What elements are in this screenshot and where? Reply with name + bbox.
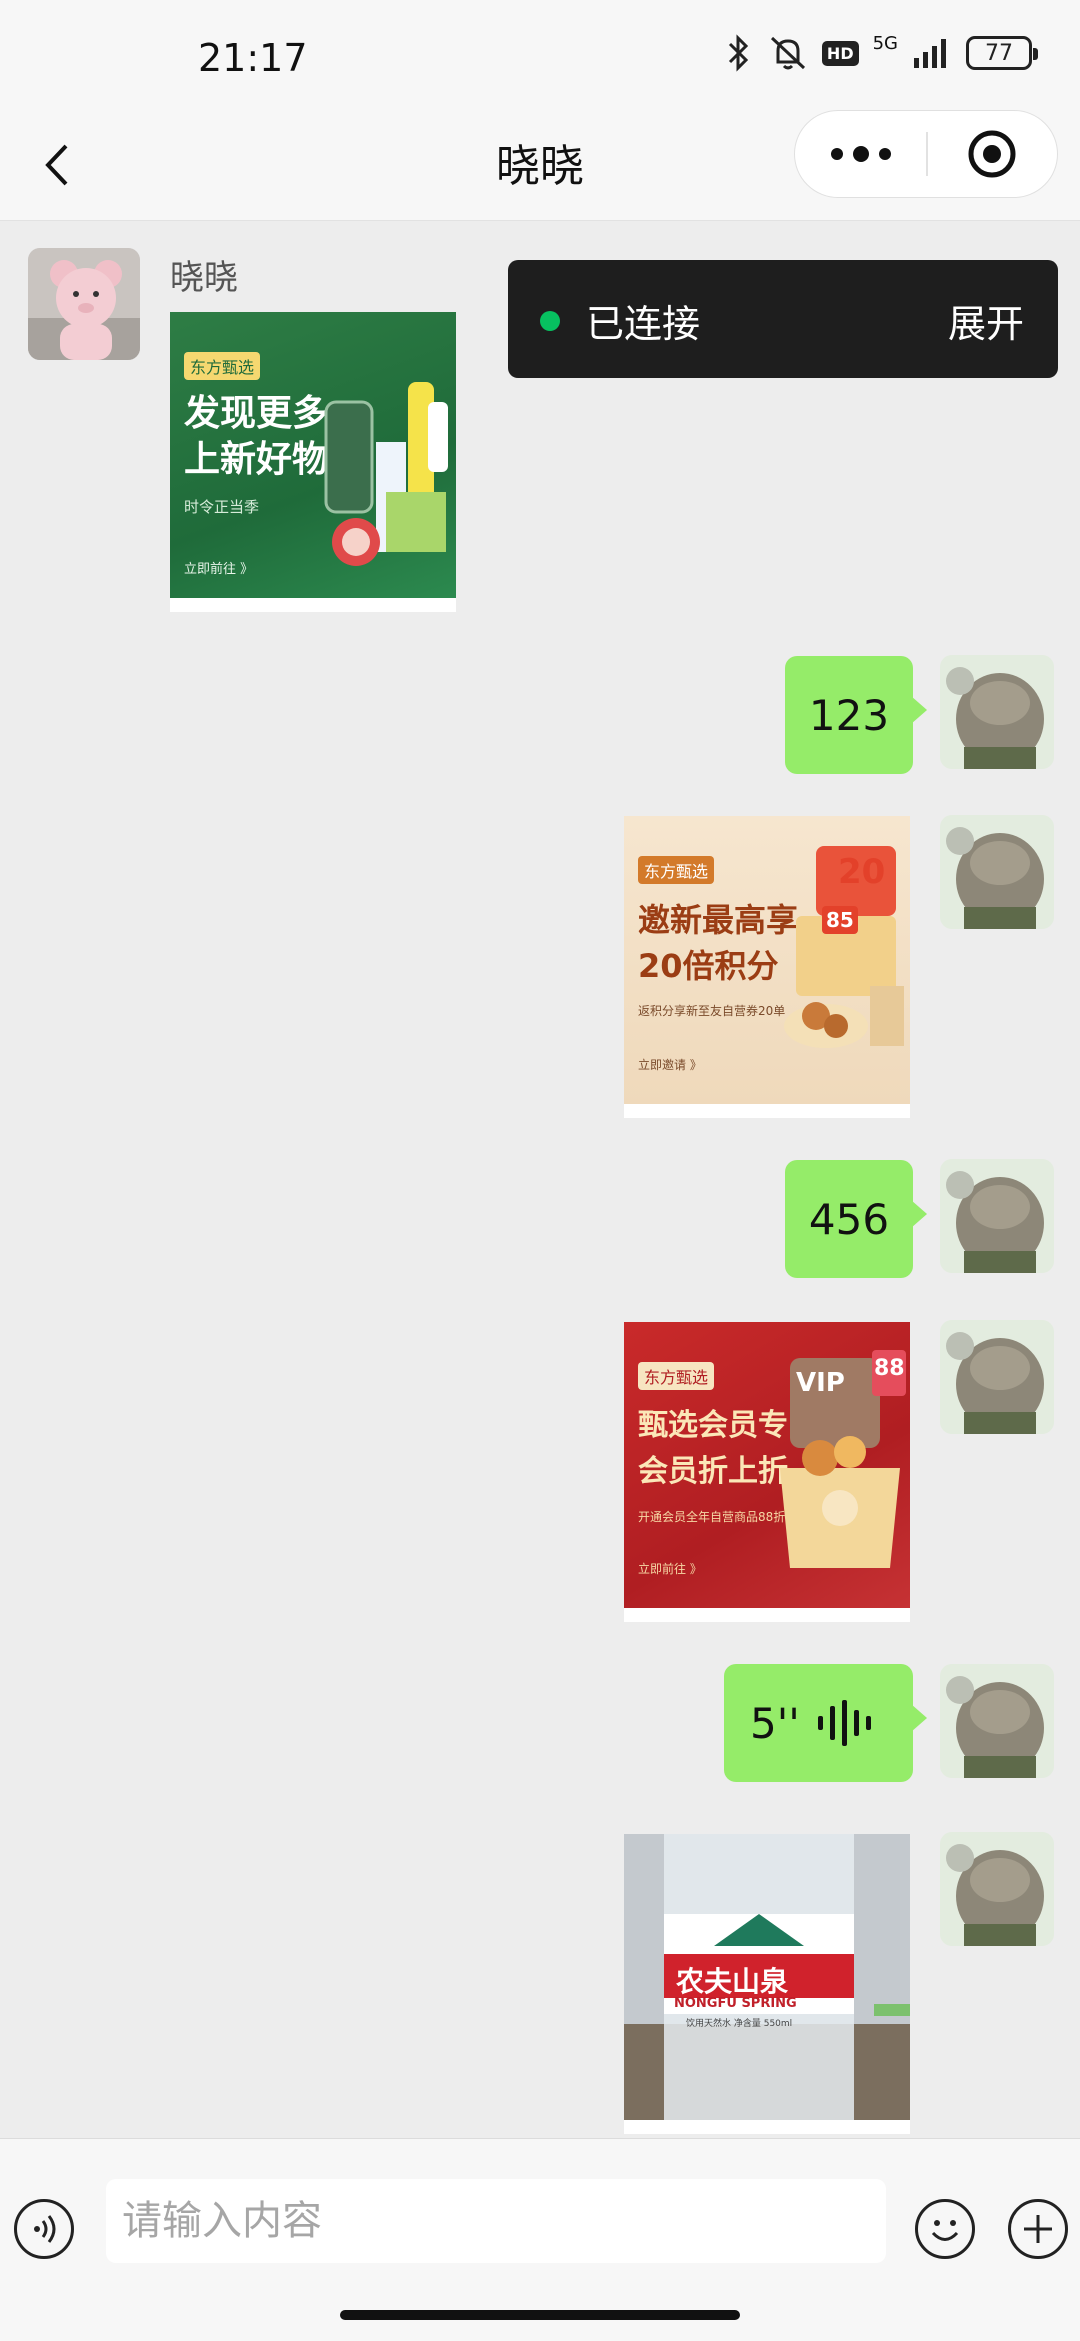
vip-label: VIP xyxy=(796,1368,845,1398)
voice-duration: 5'' xyxy=(750,1698,800,1748)
bottle-small-text: 饮用天然水 净含量 550ml xyxy=(686,2019,793,2029)
voice-message[interactable]: 5'' xyxy=(724,1664,927,1782)
avatar[interactable] xyxy=(940,1159,1054,1273)
target-icon[interactable] xyxy=(928,110,1057,198)
message-text: 123 xyxy=(808,690,890,740)
card-title-line2: 20倍积分 xyxy=(638,947,779,985)
plus-icon[interactable] xyxy=(1008,2199,1068,2259)
home-indicator[interactable] xyxy=(340,2310,740,2320)
card-tag: 东方甄选 xyxy=(184,352,261,380)
avatar[interactable] xyxy=(940,1664,1054,1778)
connection-banner: 已连接 展开 xyxy=(508,260,1058,378)
mini-program-capsule xyxy=(794,110,1058,198)
status-bar: 21:17 HD 5G 77 xyxy=(0,0,1080,110)
brand-en: NONGFU SPRING xyxy=(674,1996,797,2011)
hd-badge: HD xyxy=(821,40,859,66)
card-title-line1: 邀新最高享 xyxy=(638,901,799,939)
status-time: 21:17 xyxy=(198,36,308,80)
card-badge: 20 xyxy=(838,852,886,892)
status-icons: HD 5G 77 xyxy=(724,32,1038,72)
nav-bar: 晓晓 xyxy=(0,110,1080,221)
image-message[interactable]: 农夫山泉 NONGFU SPRING 饮用天然水 净含量 550ml xyxy=(624,1834,910,2134)
card-tag: 东方甄选 xyxy=(638,1362,715,1390)
avatar[interactable] xyxy=(28,248,140,360)
card-tag: 东方甄选 xyxy=(638,856,715,884)
avatar[interactable] xyxy=(940,1320,1054,1434)
image-message[interactable]: 东方甄选 发现更多 上新好物 时令正当季 立即前往 》 xyxy=(170,312,456,612)
network-label: 5G xyxy=(872,32,898,54)
text-message[interactable]: 123 xyxy=(785,656,927,774)
voice-wave-icon xyxy=(817,1700,871,1746)
message-input[interactable] xyxy=(106,2179,886,2263)
sender-name: 晓晓 xyxy=(170,258,238,298)
more-icon[interactable] xyxy=(795,110,926,198)
card-subtitle: 时令正当季 xyxy=(184,498,260,516)
voice-icon[interactable] xyxy=(14,2199,74,2259)
card-title-line2: 上新好物 xyxy=(184,439,329,480)
brand-cn: 农夫山泉 xyxy=(676,1965,789,1998)
bluetooth-icon xyxy=(728,34,749,72)
card-title-line1: 发现更多 xyxy=(184,393,329,434)
text-message[interactable]: 456 xyxy=(785,1160,927,1278)
card-cta: 立即前往 》 xyxy=(638,1562,702,1576)
avatar[interactable] xyxy=(940,1832,1054,1946)
battery-icon: 77 xyxy=(966,36,1038,70)
battery-level: 77 xyxy=(985,40,1013,66)
image-message[interactable]: 东方甄选 邀新最高享 20倍积分 返积分享新至友自营券20单 立即邀请 》 20… xyxy=(624,816,910,1118)
card-subtitle: 开通会员全年自营商品88折 xyxy=(638,1510,786,1524)
connected-dot-icon xyxy=(540,311,560,331)
card-cta: 立即邀请 》 xyxy=(638,1058,702,1072)
card-badge2: 85 xyxy=(822,906,858,934)
emoji-icon[interactable] xyxy=(915,2199,975,2259)
card-cta: 立即前往 》 xyxy=(184,562,254,577)
mute-bell-icon xyxy=(770,36,805,70)
connection-status: 已连接 xyxy=(586,302,701,346)
expand-button[interactable]: 展开 xyxy=(948,293,1024,348)
card-badge: 88 xyxy=(874,1356,905,1381)
image-message[interactable]: 东方甄选 甄选会员专区 会员折上折 开通会员全年自营商品88折 立即前往 》 V… xyxy=(624,1322,910,1622)
card-subtitle: 返积分享新至友自营券20单 xyxy=(638,1004,786,1018)
message-text: 456 xyxy=(808,1194,890,1244)
product-illustration xyxy=(324,382,448,566)
signal-icon xyxy=(914,39,946,68)
avatar[interactable] xyxy=(940,655,1054,769)
card-title-line2: 会员折上折 xyxy=(638,1454,788,1489)
avatar[interactable] xyxy=(940,815,1054,929)
